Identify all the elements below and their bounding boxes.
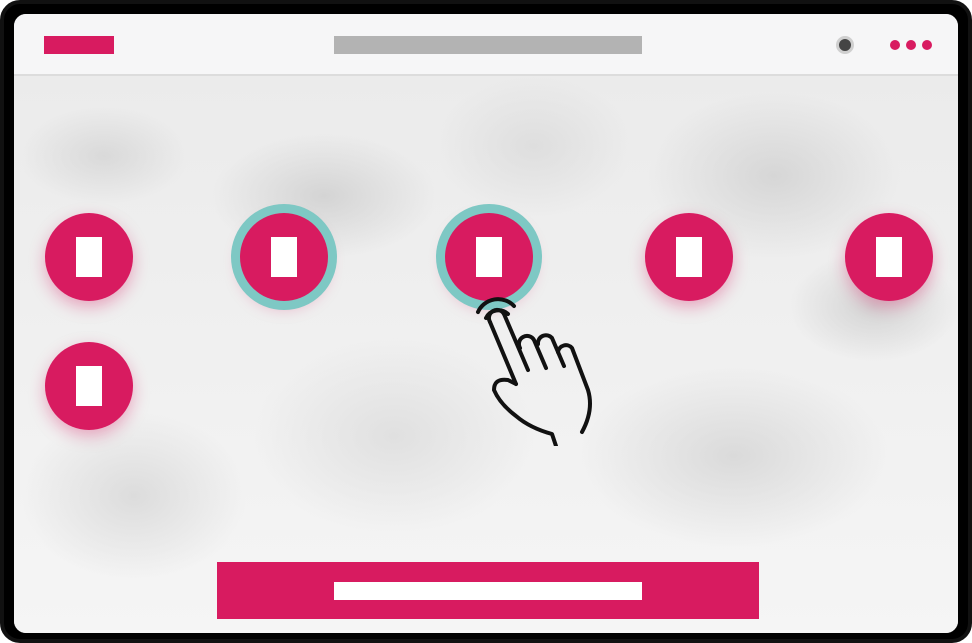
content-area xyxy=(14,76,958,633)
grid-item-2[interactable] xyxy=(240,213,328,301)
logo-placeholder[interactable] xyxy=(44,36,114,54)
device-frame xyxy=(0,0,972,643)
document-icon xyxy=(76,237,102,277)
grid-item-4[interactable] xyxy=(645,213,733,301)
document-icon xyxy=(876,237,902,277)
dot-icon xyxy=(922,40,932,50)
title-placeholder xyxy=(334,36,642,54)
grid-item-6[interactable] xyxy=(45,342,133,430)
grid-item-5[interactable] xyxy=(845,213,933,301)
dot-icon xyxy=(906,40,916,50)
document-icon xyxy=(271,237,297,277)
top-bar xyxy=(14,14,958,76)
primary-action-button[interactable] xyxy=(217,562,759,619)
document-icon xyxy=(76,366,102,406)
record-dot-icon[interactable] xyxy=(836,36,854,54)
more-menu-button[interactable] xyxy=(890,38,932,52)
document-icon xyxy=(476,237,502,277)
dot-icon xyxy=(890,40,900,50)
tap-hand-icon xyxy=(476,297,592,446)
label-placeholder xyxy=(334,582,642,600)
screen xyxy=(14,14,958,633)
document-icon xyxy=(676,237,702,277)
grid-item-1[interactable] xyxy=(45,213,133,301)
